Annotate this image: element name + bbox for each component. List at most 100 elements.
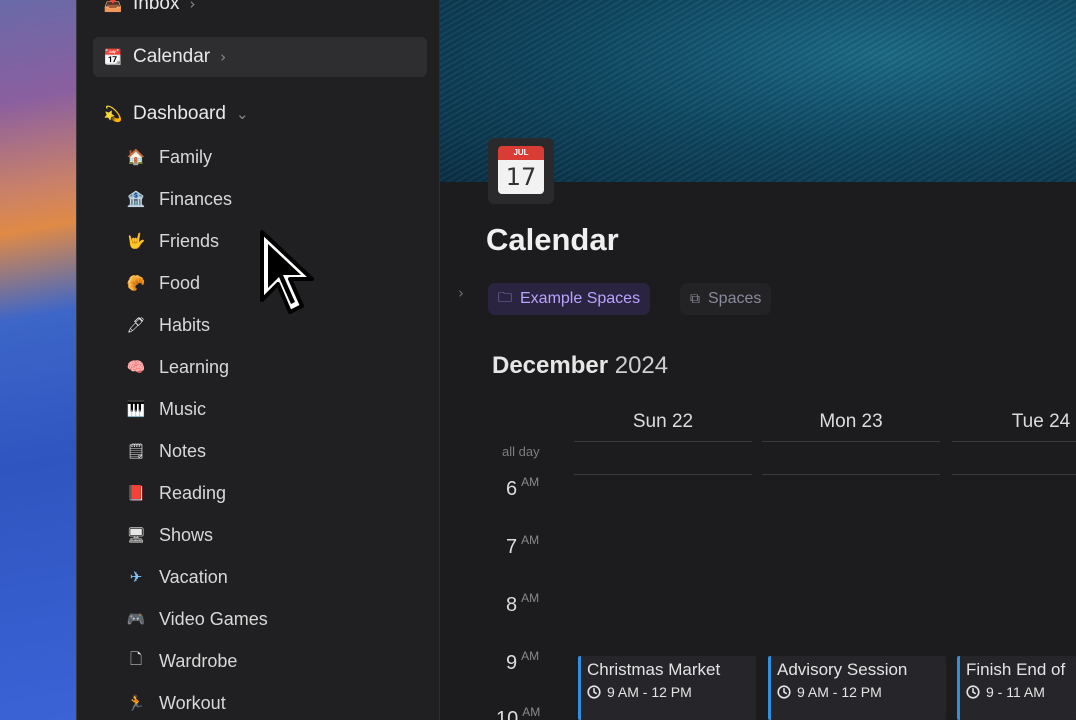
event-christmas-market[interactable]: Christmas Market 9 AM - 12 PM <box>578 656 756 720</box>
event-advisory-session[interactable]: Advisory Session 9 AM - 12 PM <box>768 656 946 720</box>
sidebar-item-learning[interactable]: 🧠 Learning <box>125 349 425 385</box>
clock-icon <box>587 685 601 699</box>
sidebar-item-label: Family <box>159 146 212 167</box>
house-icon: 🏠 <box>126 148 146 166</box>
sidebar-item-shows[interactable]: 🖥 Shows <box>125 517 425 553</box>
hour-ampm: AM <box>522 705 541 719</box>
day-header-sun[interactable]: Sun 22 <box>574 402 752 442</box>
folder-icon: 🗀 <box>498 290 512 306</box>
sidebar-item-label: Friends <box>159 230 220 251</box>
notepad-icon: 🗒 <box>126 442 146 460</box>
inbox-icon: 📥 <box>103 0 123 13</box>
calendar-icon: JUL 17 <box>498 146 544 196</box>
sidebar-item-wardrobe[interactable]: 🗋 Wardrobe <box>125 643 425 679</box>
month-name: December <box>492 352 609 379</box>
calendar-icon-month: JUL <box>498 146 544 160</box>
clock-icon <box>777 685 791 699</box>
sidebar-item-label: Food <box>159 272 201 293</box>
event-finish-end-of[interactable]: Finish End of 9 - 11 AM <box>957 656 1076 720</box>
sidebar-item-label: Music <box>159 398 207 419</box>
event-time: 9 AM - 12 PM <box>777 684 940 700</box>
sidebar-item-label: Dashboard <box>133 103 226 124</box>
hour-ampm: AM <box>521 649 540 663</box>
chevron-right-icon[interactable]: › <box>458 284 464 302</box>
sidebar: 📥 Inbox › 📆 Calendar › 💫 Dashboard ⌄ 🏠 F… <box>76 0 440 720</box>
sidebar-item-label: Learning <box>159 356 230 377</box>
all-day-divider <box>574 474 752 475</box>
page-icon[interactable]: JUL 17 <box>488 138 554 204</box>
event-time-label: 9 - 11 AM <box>986 684 1045 700</box>
monitor-icon: 🖥 <box>126 526 146 544</box>
hour-number: 10 <box>496 708 519 720</box>
hour-number: 8 <box>506 594 518 616</box>
day-header-tue[interactable]: Tue 24 <box>952 402 1076 442</box>
day-header-mon[interactable]: Mon 23 <box>762 402 940 442</box>
document-icon: 🗋 <box>129 649 143 668</box>
sidebar-item-finances[interactable]: 🏦 Finances <box>125 181 425 217</box>
chevron-right-icon: › <box>220 48 227 66</box>
all-day-label: all day <box>502 444 540 459</box>
event-title: Advisory Session <box>777 660 908 679</box>
red-book-icon: 📕 <box>126 484 146 502</box>
hour-label: 8 AM <box>506 591 540 617</box>
piano-keys-icon: 🎹 <box>126 400 146 418</box>
event-title: Christmas Market <box>587 660 721 679</box>
event-time-label: 9 AM - 12 PM <box>607 684 692 700</box>
pen-icon: 🖊 <box>126 316 146 334</box>
hour-ampm: AM <box>521 591 540 605</box>
sidebar-item-calendar[interactable]: 📆 Calendar › <box>93 37 427 77</box>
hour-label: 6 AM <box>506 475 540 501</box>
sidebar-item-dashboard[interactable]: 💫 Dashboard ⌄ <box>93 94 427 134</box>
year: 2024 <box>614 352 669 379</box>
desktop-wallpaper <box>0 0 76 720</box>
sidebar-item-reading[interactable]: 📕 Reading <box>125 475 425 511</box>
sidebar-item-vacation[interactable]: ✈ Vacation <box>125 559 425 595</box>
tag-example-spaces[interactable]: 🗀 Example Spaces <box>488 283 651 315</box>
sidebar-item-label: Workout <box>159 692 226 713</box>
bank-icon: 🏦 <box>126 190 146 208</box>
sidebar-item-family[interactable]: 🏠 Family <box>125 139 425 175</box>
runner-icon: 🏃 <box>126 694 146 712</box>
hour-label: 7 AM <box>506 533 540 559</box>
sidebar-item-label: Notes <box>159 440 207 461</box>
love-you-hand-icon: 🤟 <box>126 232 146 250</box>
hour-number: 9 <box>506 652 518 674</box>
sidebar-item-label: Wardrobe <box>159 650 238 671</box>
calendar-icon: 📆 <box>103 48 123 66</box>
sidebar-item-video-games[interactable]: 🎮 Video Games <box>125 601 425 637</box>
sidebar-item-label: Video Games <box>159 608 268 629</box>
sidebar-item-label: Reading <box>159 482 227 503</box>
all-day-divider <box>952 474 1076 475</box>
sidebar-item-inbox[interactable]: 📥 Inbox › <box>93 0 427 24</box>
tag-label: Spaces <box>708 290 762 307</box>
sidebar-item-label: Inbox <box>133 0 180 14</box>
calendar-icon-day: 17 <box>498 160 544 194</box>
sidebar-item-workout[interactable]: 🏃 Workout <box>125 685 425 720</box>
clock-icon <box>966 685 980 699</box>
sidebar-item-notes[interactable]: 🗒 Notes <box>125 433 425 469</box>
sidebar-item-music[interactable]: 🎹 Music <box>125 391 425 427</box>
hour-ampm: AM <box>521 533 540 547</box>
copy-icon: ⧉ <box>690 291 700 307</box>
sidebar-item-label: Shows <box>159 524 214 545</box>
main-content: JUL 17 Calendar › 🗀 Example Spaces ⧉ Spa… <box>440 0 1076 720</box>
sidebar-item-label: Habits <box>159 314 211 335</box>
airplane-icon: ✈ <box>129 568 143 586</box>
event-title: Finish End of <box>966 660 1066 679</box>
event-time: 9 - 11 AM <box>966 684 1070 700</box>
page-title[interactable]: Calendar <box>486 222 619 258</box>
hour-label: 9 AM <box>506 649 540 675</box>
sidebar-item-label: Finances <box>159 188 233 209</box>
game-controller-icon: 🎮 <box>126 610 146 628</box>
hour-ampm: AM <box>521 475 540 489</box>
tag-spaces[interactable]: ⧉ Spaces <box>680 283 772 315</box>
tag-label: Example Spaces <box>520 290 641 307</box>
mouse-cursor-icon <box>260 230 314 314</box>
all-day-divider <box>762 474 940 475</box>
hour-number: 7 <box>506 536 518 558</box>
hour-label: 10 AM <box>496 705 541 720</box>
event-time-label: 9 AM - 12 PM <box>797 684 882 700</box>
croissant-icon: 🥐 <box>126 274 146 292</box>
hour-number: 6 <box>506 478 518 500</box>
chevron-right-icon: › <box>189 0 196 13</box>
